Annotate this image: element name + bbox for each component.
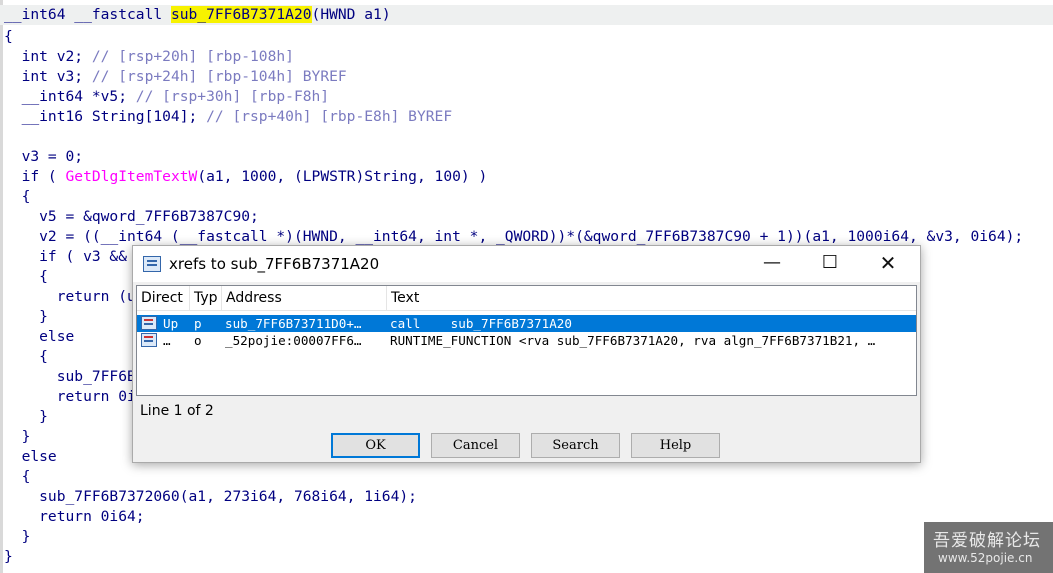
code-line: return 0i — [4, 388, 136, 405]
ok-button[interactable]: OK — [331, 433, 420, 458]
site-watermark: 吾爱破解论坛 www.52pojie.cn — [924, 522, 1053, 573]
function-signature: __int64 __fastcall sub_7FF6B7371A20(HWND… — [0, 5, 1053, 25]
code-line: { — [4, 348, 48, 365]
dialog-title: xrefs to sub_7FF6B7371A20 — [169, 255, 380, 273]
code-line: sub_7FF6B7372060(a1, 273i64, 768i64, 1i6… — [4, 488, 417, 505]
watermark-site-name: 吾爱破解论坛 — [933, 531, 1041, 551]
xref-code-icon — [140, 332, 158, 349]
xrefs-list[interactable]: Direct Typ Address Text Up p sub_7FF6B73… — [136, 285, 917, 396]
xref-text: call sub_7FF6B7371A20 — [390, 316, 572, 331]
code-line: } — [4, 308, 48, 325]
code-line: { — [4, 468, 31, 485]
code-line: v5 = &qword_7FF6B7387C90; — [4, 208, 259, 225]
cancel-button[interactable]: Cancel — [431, 433, 520, 458]
signature-prefix: __int64 __fastcall — [4, 6, 171, 23]
code-line: return (u — [4, 288, 136, 305]
maximize-button[interactable]: ☐ — [801, 246, 859, 282]
xref-text: RUNTIME_FUNCTION <rva sub_7FF6B7371A20, … — [390, 333, 876, 348]
code-line: int v3; // [rsp+24h] [rbp-104h] BYREF — [4, 68, 347, 85]
signature-suffix: (HWND a1) — [311, 6, 391, 23]
code-line: } — [4, 548, 13, 565]
code-line: else — [4, 328, 75, 345]
column-header-text[interactable]: Text — [387, 286, 587, 310]
column-header-direction[interactable]: Direct — [137, 286, 190, 310]
editor-gutter — [0, 0, 3, 573]
list-header: Direct Typ Address Text — [137, 286, 916, 311]
code-line: } — [4, 428, 31, 445]
xref-row[interactable]: … o _52pojie:00007FF6… RUNTIME_FUNCTION … — [137, 332, 916, 349]
minimize-button[interactable]: — — [743, 246, 801, 282]
code-line: } — [4, 528, 31, 545]
help-button[interactable]: Help — [631, 433, 720, 458]
code-line: return 0i64; — [4, 508, 145, 525]
xref-address: sub_7FF6B73711D0+… — [225, 316, 362, 331]
code-line: v3 = 0; — [4, 148, 84, 165]
code-line: else — [4, 448, 57, 465]
xrefs-dialog: xrefs to sub_7FF6B7371A20 — ☐ ✕ Direct T… — [132, 245, 921, 463]
watermark-url: www.52pojie.cn — [938, 551, 1033, 565]
code-line: } — [4, 408, 48, 425]
dialog-titlebar[interactable]: xrefs to sub_7FF6B7371A20 — ☐ ✕ — [133, 246, 920, 282]
function-name-highlight[interactable]: sub_7FF6B7371A20 — [170, 6, 312, 23]
status-line: Line 1 of 2 — [140, 403, 214, 419]
xref-direction: … — [163, 333, 171, 348]
column-header-address[interactable]: Address — [222, 286, 387, 310]
code-line: { — [4, 28, 13, 45]
xref-code-icon — [140, 315, 158, 332]
code-line: int v2; // [rsp+20h] [rbp-108h] — [4, 48, 294, 65]
code-line: __int16 String[104]; // [rsp+40h] [rbp-E… — [4, 108, 453, 125]
xref-direction: Up — [163, 316, 179, 331]
xref-address: _52pojie:00007FF6… — [225, 333, 362, 348]
code-line: __int64 *v5; // [rsp+30h] [rbp-F8h] — [4, 88, 330, 105]
code-line: { — [4, 268, 48, 285]
xrefs-window-icon — [143, 256, 161, 272]
code-line: sub_7FF6B — [4, 368, 136, 385]
xref-type: p — [194, 316, 202, 331]
code-line: if ( GetDlgItemTextW(a1, 1000, (LPWSTR)S… — [4, 168, 488, 185]
code-line: if ( v3 && — [4, 248, 128, 265]
column-header-type[interactable]: Typ — [190, 286, 222, 310]
close-button[interactable]: ✕ — [859, 246, 917, 282]
code-line: { — [4, 188, 31, 205]
xref-type: o — [194, 333, 202, 348]
search-button[interactable]: Search — [531, 433, 620, 458]
xref-row[interactable]: Up p sub_7FF6B73711D0+… call sub_7FF6B73… — [137, 315, 916, 332]
code-line: v2 = ((__int64 (__fastcall *)(HWND, __in… — [4, 228, 1024, 245]
